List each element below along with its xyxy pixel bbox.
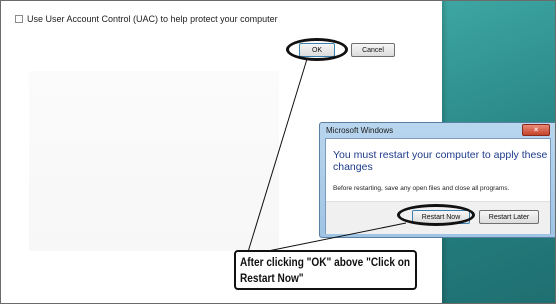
content-area bbox=[29, 71, 279, 251]
restart-message: You must restart your computer to apply … bbox=[333, 149, 548, 173]
restart-dialog-body: You must restart your computer to apply … bbox=[325, 138, 551, 234]
close-button[interactable]: ✕ bbox=[522, 124, 550, 136]
restart-dialog: Microsoft Windows ✕ You must restart you… bbox=[319, 122, 555, 238]
close-icon: ✕ bbox=[533, 127, 539, 134]
uac-checkbox-row[interactable]: Use User Account Control (UAC) to help p… bbox=[15, 14, 278, 24]
cancel-button[interactable]: Cancel bbox=[351, 43, 395, 57]
restart-note: Before restarting, save any open files a… bbox=[333, 185, 510, 192]
restart-dialog-title: Microsoft Windows bbox=[326, 126, 394, 135]
annotation-text: After clicking "OK" above "Click on Rest… bbox=[240, 254, 411, 286]
uac-checkbox[interactable] bbox=[15, 15, 23, 23]
restart-dialog-footer: Restart Now Restart Later bbox=[326, 201, 550, 234]
restart-later-button[interactable]: Restart Later bbox=[479, 210, 539, 224]
restart-now-button[interactable]: Restart Now bbox=[412, 210, 470, 224]
annotation-callout: After clicking "OK" above "Click on Rest… bbox=[234, 250, 417, 290]
annotation-line-2: Restart Now" bbox=[240, 271, 304, 285]
annotation-line-1: After clicking "OK" above "Click on bbox=[240, 255, 411, 269]
uac-checkbox-label[interactable]: Use User Account Control (UAC) to help p… bbox=[27, 14, 278, 24]
ok-button[interactable]: OK bbox=[299, 43, 335, 57]
screenshot-frame: Use User Account Control (UAC) to help p… bbox=[0, 0, 556, 304]
